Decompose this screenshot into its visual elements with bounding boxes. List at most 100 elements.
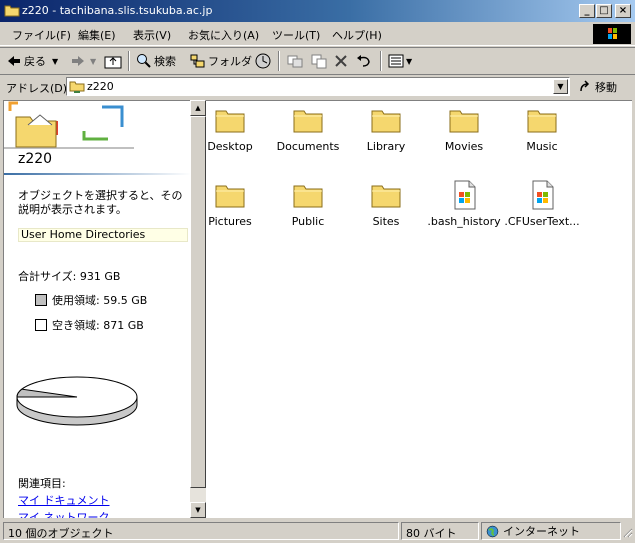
menu-bar: ファイル(F) 編集(E) 表示(V) お気に入り(A) ツール(T) ヘルプ(… xyxy=(0,23,635,46)
copy-to-button[interactable] xyxy=(310,52,328,70)
move-to-icon xyxy=(287,55,303,68)
file-name: .CFUserText... xyxy=(504,215,580,228)
back-dropdown-icon: ▼ xyxy=(52,56,59,66)
file-item-sites[interactable]: Sites xyxy=(347,179,425,228)
folder-icon xyxy=(449,110,479,133)
toolbar-separator xyxy=(380,51,382,71)
folder-icon xyxy=(371,185,401,208)
file-name: Sites xyxy=(372,215,400,228)
address-value: z220 xyxy=(87,80,114,93)
panel-description: オブジェクトを選択すると、その説明が表示されます。 xyxy=(18,189,183,216)
address-dropdown-button[interactable]: ▼ xyxy=(553,79,568,94)
link-my-documents[interactable]: マイ ドキュメント xyxy=(18,492,110,508)
status-zone-label: インターネット xyxy=(503,525,580,538)
close-button[interactable]: × xyxy=(615,4,631,18)
delete-icon xyxy=(335,55,347,67)
go-button[interactable]: 移動 xyxy=(578,79,617,95)
windows-logo-icon xyxy=(593,24,631,44)
views-button[interactable]: ▼ xyxy=(388,52,412,70)
folders-label: フォルダ xyxy=(208,55,252,68)
file-item-library[interactable]: Library xyxy=(347,104,425,153)
used-legend-swatch xyxy=(35,294,47,306)
history-button[interactable] xyxy=(254,52,272,70)
file-name: Movies xyxy=(444,140,484,153)
undo-icon xyxy=(357,55,370,67)
folder-name: z220 xyxy=(18,151,53,167)
address-input[interactable]: z220 ▼ xyxy=(66,77,570,96)
go-arrow-icon xyxy=(580,80,590,92)
forward-dropdown-icon: ▼ xyxy=(90,56,97,66)
status-zone: インターネット xyxy=(481,522,621,540)
status-bar: 10 個のオブジェクト 80 バイト インターネット xyxy=(0,520,635,543)
free-space-label: 空き領域: 871 GB xyxy=(52,319,144,332)
menu-file[interactable]: ファイル(F) xyxy=(12,27,71,43)
file-item-documents[interactable]: Documents xyxy=(269,104,347,153)
free-legend-swatch xyxy=(35,319,47,331)
toolbar-separator xyxy=(128,51,130,71)
status-size: 80 バイト xyxy=(401,522,479,540)
file-item-pictures[interactable]: Pictures xyxy=(191,179,269,228)
folders-button[interactable]: フォルダ xyxy=(190,52,252,70)
file-item-cfusertext[interactable]: .CFUserText... xyxy=(503,179,581,228)
related-label: 関連項目: xyxy=(18,477,66,490)
go-label: 移動 xyxy=(595,81,617,94)
back-button[interactable]: 戻る ▼ xyxy=(6,52,58,70)
file-name: Public xyxy=(291,215,325,228)
address-label: アドレス(D) xyxy=(6,82,68,95)
scroll-thumb[interactable] xyxy=(190,116,206,488)
up-folder-button[interactable] xyxy=(104,52,122,70)
info-panel-scrollbar[interactable]: ▲ ▼ xyxy=(190,100,206,518)
folder-icon xyxy=(293,110,323,133)
search-icon xyxy=(137,54,151,68)
scroll-down-button[interactable]: ▼ xyxy=(190,502,206,518)
forward-button[interactable]: ▼ xyxy=(70,52,96,70)
file-item-public[interactable]: Public xyxy=(269,179,347,228)
minimize-button[interactable]: _ xyxy=(579,4,595,18)
menu-tools[interactable]: ツール(T) xyxy=(272,27,320,43)
internet-globe-icon xyxy=(486,525,499,537)
info-panel: z220 オブジェクトを選択すると、その説明が表示されます。 User Home… xyxy=(3,100,190,518)
disk-usage-pie xyxy=(16,376,138,426)
file-view: Desktop Documents Library Movies Music P… xyxy=(206,100,632,518)
back-arrow-icon xyxy=(8,56,20,66)
used-space-label: 使用領域: 59.5 GB xyxy=(52,294,148,307)
folder-icon xyxy=(215,110,245,133)
window-title: z220 - tachibana.slis.tsukuba.ac.jp xyxy=(22,4,213,17)
menu-favorites[interactable]: お気に入り(A) xyxy=(188,27,259,43)
toolbar: 戻る ▼ ▼ 検索 フォルダ ▼ xyxy=(0,47,635,75)
status-object-count: 10 個のオブジェクト xyxy=(3,522,399,540)
folder-icon xyxy=(527,110,557,133)
maximize-button[interactable]: □ xyxy=(596,4,612,18)
file-name: Library xyxy=(366,140,406,153)
folder-icon xyxy=(293,185,323,208)
document-icon xyxy=(454,180,476,210)
forward-arrow-icon xyxy=(72,56,84,66)
back-label: 戻る xyxy=(24,55,46,68)
title-bar[interactable]: z220 - tachibana.slis.tsukuba.ac.jp _ □ … xyxy=(0,0,635,22)
folder-icon xyxy=(371,110,401,133)
history-icon xyxy=(255,53,271,69)
menu-help[interactable]: ヘルプ(H) xyxy=(332,27,382,43)
file-item-bash-history[interactable]: .bash_history xyxy=(425,179,503,228)
move-to-button[interactable] xyxy=(286,52,304,70)
address-bar: アドレス(D) z220 ▼ 移動 xyxy=(0,74,635,99)
file-item-movies[interactable]: Movies xyxy=(425,104,503,153)
total-size-label: 合計サイズ: 931 GB xyxy=(18,270,121,283)
delete-button[interactable] xyxy=(334,52,348,70)
menu-view[interactable]: 表示(V) xyxy=(133,27,171,43)
file-name: Pictures xyxy=(208,215,252,228)
up-folder-icon xyxy=(104,56,122,69)
undo-button[interactable] xyxy=(356,52,372,70)
folder-icon xyxy=(215,185,245,208)
file-item-desktop[interactable]: Desktop xyxy=(191,104,269,153)
document-icon xyxy=(532,180,554,210)
file-name: Documents xyxy=(276,140,340,153)
search-button[interactable]: 検索 xyxy=(136,52,176,70)
link-my-network[interactable]: マイ ネットワーク xyxy=(18,509,110,518)
menu-edit[interactable]: 編集(E) xyxy=(78,27,116,43)
views-dropdown-icon: ▼ xyxy=(406,56,413,66)
resize-grip[interactable] xyxy=(621,526,633,538)
views-icon xyxy=(388,54,404,68)
file-name: .bash_history xyxy=(427,215,501,228)
file-item-music[interactable]: Music xyxy=(503,104,581,153)
